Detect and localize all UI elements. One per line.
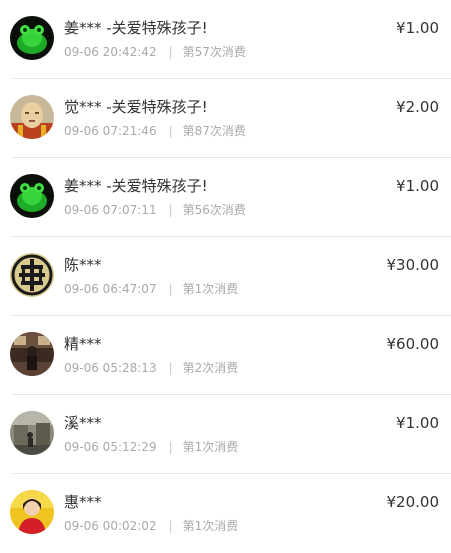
donation-amount: ¥1.00 [396,19,439,37]
list-item[interactable]: 觉*** -关爱特殊孩子! 09-06 07:21:46 | 第87次消费 ¥2.0… [0,79,451,158]
donor-name: 精*** [64,335,102,353]
monk-avatar[interactable] [10,95,54,139]
donation-count: 第56次消费 [182,203,246,217]
donation-time: 09-06 06:47:07 [64,282,157,296]
donor-name: 姜*** -关爱特殊孩子! [64,177,208,195]
list-item[interactable]: 姜*** -关爱特殊孩子! 09-06 07:07:11 | 第56次消费 ¥1.0… [0,158,451,237]
street-photo-avatar[interactable] [10,411,54,455]
donation-time: 09-06 05:28:13 [64,361,157,375]
donor-name: 惠*** [64,493,102,511]
donation-count: 第1次消费 [182,519,239,533]
donation-amount: ¥30.00 [386,256,440,274]
emblem-avatar[interactable] [10,253,54,297]
separator: | [168,124,173,138]
list-item[interactable]: 陈*** 09-06 06:47:07 | 第1次消费 ¥30.00 [0,237,451,316]
list-item[interactable]: 惠*** 09-06 00:02:02 | 第1次消费 ¥20.00 [0,474,451,553]
donation-time: 09-06 07:21:46 [64,124,157,138]
donation-meta: 09-06 07:07:11 | 第56次消费 [64,201,246,218]
separator: | [168,282,173,296]
donation-time: 09-06 05:12:29 [64,440,157,454]
donation-meta: 09-06 07:21:46 | 第87次消费 [64,122,246,139]
list-item[interactable]: 溪*** 09-06 05:12:29 | 第1次消费 ¥1.00 [0,395,451,474]
donation-amount: ¥2.00 [396,98,439,116]
separator: | [168,361,173,375]
donor-name: 觉*** -关爱特殊孩子! [64,98,208,116]
donor-name: 陈*** [64,256,102,274]
donation-time: 09-06 20:42:42 [64,45,157,59]
donation-list: 姜*** -关爱特殊孩子! 09-06 20:42:42 | 第57次消费 ¥1.0… [0,0,451,550]
separator: | [168,45,173,59]
donation-count: 第87次消费 [182,124,246,138]
separator: | [168,519,173,533]
donation-meta: 09-06 05:12:29 | 第1次消费 [64,438,238,455]
room-photo-avatar[interactable] [10,332,54,376]
donation-time: 09-06 00:02:02 [64,519,157,533]
donation-amount: ¥60.00 [386,335,440,353]
donation-time: 09-06 07:07:11 [64,203,157,217]
donor-name: 溪*** [64,414,102,432]
separator: | [168,203,173,217]
donation-amount: ¥20.00 [386,493,440,511]
green-frog-avatar[interactable] [10,16,54,60]
list-item[interactable]: 精*** 09-06 05:28:13 | 第2次消费 ¥60.00 [0,316,451,395]
donation-amount: ¥1.00 [396,414,439,432]
donation-meta: 09-06 06:47:07 | 第1次消费 [64,280,238,297]
person-photo-avatar[interactable] [10,490,54,534]
separator: | [168,440,173,454]
donation-count: 第2次消费 [182,361,239,375]
donation-meta: 09-06 00:02:02 | 第1次消费 [64,517,238,534]
donation-meta: 09-06 05:28:13 | 第2次消费 [64,359,238,376]
donation-count: 第57次消费 [182,45,246,59]
list-item[interactable]: 姜*** -关爱特殊孩子! 09-06 20:42:42 | 第57次消费 ¥1.0… [0,0,451,79]
donation-count: 第1次消费 [182,440,239,454]
donor-name: 姜*** -关爱特殊孩子! [64,19,208,37]
donation-amount: ¥1.00 [396,177,439,195]
donation-meta: 09-06 20:42:42 | 第57次消费 [64,43,246,60]
green-frog-avatar[interactable] [10,174,54,218]
donation-count: 第1次消费 [182,282,239,296]
